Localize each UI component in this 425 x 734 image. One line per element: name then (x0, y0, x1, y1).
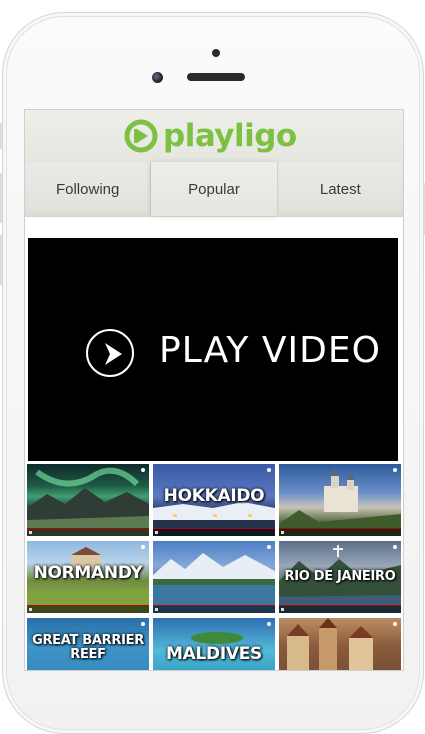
more-options-icon[interactable] (141, 545, 145, 549)
video-thumbnail[interactable]: MALDIVES (153, 618, 275, 670)
earpiece-speaker (187, 73, 245, 81)
more-options-icon[interactable] (141, 622, 145, 626)
playligo-logo[interactable]: playligo (124, 118, 297, 154)
app-screen: playligo Following Popular Latest PLAY V… (24, 109, 404, 671)
video-controls-bar (27, 606, 149, 613)
thumbnail-caption: MALDIVES (166, 644, 262, 664)
video-thumbnail[interactable]: GREAT BARRIER REEF (27, 618, 149, 670)
video-thumbnail[interactable]: RIO DE JANEIRO (279, 541, 401, 613)
video-thumbnail[interactable]: HOKKAIDO (153, 464, 275, 536)
more-options-icon[interactable] (393, 545, 397, 549)
logo-play-icon (124, 119, 158, 153)
proximity-sensor (212, 49, 220, 57)
feed-tabs: Following Popular Latest (25, 162, 403, 217)
video-controls-bar (27, 529, 149, 536)
video-thumbnail[interactable] (27, 464, 149, 536)
more-options-icon[interactable] (141, 468, 145, 472)
mute-switch (0, 123, 2, 149)
thumbnail-caption: GREAT BARRIER REEF (32, 633, 144, 662)
more-options-icon[interactable] (393, 622, 397, 626)
brand-name: playligo (163, 118, 297, 154)
castle-scene (279, 468, 401, 536)
video-thumbnail-grid: HOKKAIDO NORMANDY RIO DE JANEIRO GREAT B… (27, 464, 403, 670)
play-video-label[interactable]: PLAY VIDEO (159, 330, 381, 371)
video-controls-bar (279, 529, 401, 536)
tab-following[interactable]: Following (25, 162, 152, 216)
video-thumbnail[interactable] (153, 541, 275, 613)
play-circle-icon[interactable] (86, 329, 134, 377)
more-options-icon[interactable] (267, 468, 271, 472)
video-controls-bar (153, 606, 275, 613)
app-header: playligo (25, 110, 403, 162)
lake-scene (153, 553, 275, 613)
old-town-scene (287, 618, 373, 670)
volume-up-button (0, 173, 2, 223)
aurora-scene (27, 467, 149, 536)
volume-down-button (0, 235, 2, 285)
thumbnail-caption: RIO DE JANEIRO (284, 569, 396, 584)
more-options-icon[interactable] (267, 622, 271, 626)
thumbnail-caption: HOKKAIDO (163, 486, 265, 506)
tab-latest[interactable]: Latest (277, 162, 403, 216)
video-player[interactable]: PLAY VIDEO (28, 238, 398, 461)
video-thumbnail[interactable] (279, 618, 401, 670)
more-options-icon[interactable] (393, 468, 397, 472)
video-controls-bar (153, 529, 275, 536)
video-thumbnail[interactable] (279, 464, 401, 536)
more-options-icon[interactable] (267, 545, 271, 549)
front-camera (152, 72, 163, 83)
video-thumbnail[interactable]: NORMANDY (27, 541, 149, 613)
tab-popular[interactable]: Popular (151, 162, 278, 216)
thumbnail-caption: NORMANDY (33, 563, 143, 583)
video-controls-bar (279, 606, 401, 613)
